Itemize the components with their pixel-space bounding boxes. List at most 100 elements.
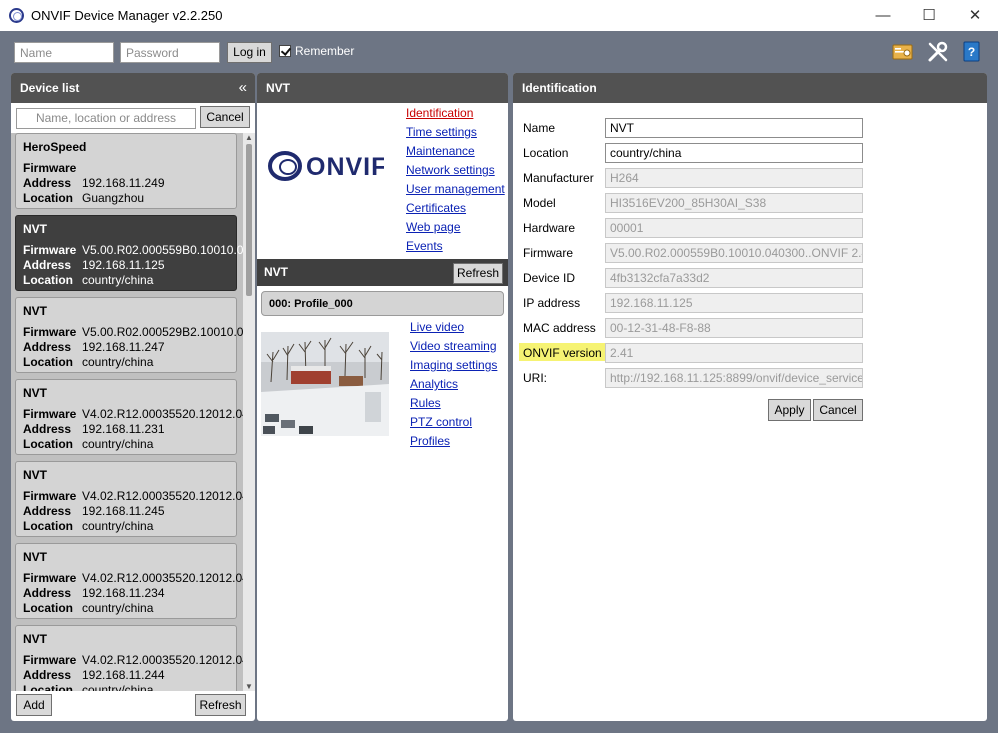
firmware-value: V4.02.R12.00035520.12012.04	[82, 571, 249, 585]
firmware-label: Firmware	[23, 571, 77, 585]
device-card[interactable]: NVT Firmware V4.02.R12.00035520.12012.04 …	[15, 625, 249, 691]
cancel-button[interactable]: Cancel	[813, 399, 863, 421]
device-card[interactable]: NVT Firmware V4.02.R12.00035520.12012.04 …	[15, 543, 249, 619]
scroll-up-arrow-icon[interactable]: ▲	[243, 133, 255, 142]
ip-address-field: 192.168.11.125	[605, 293, 863, 313]
device-id-field: 4fb3132cfa7a33d2	[605, 268, 863, 288]
location-value: Guangzhou	[82, 191, 145, 205]
help-book-icon[interactable]: ?	[960, 40, 984, 64]
device-card[interactable]: NVT Firmware V4.02.R12.00035520.12012.04 …	[15, 379, 249, 455]
menu-rules[interactable]: Rules	[410, 396, 441, 410]
nvt-title: NVT	[266, 81, 290, 95]
menu-time-settings[interactable]: Time settings	[406, 125, 477, 139]
close-button[interactable]: ✕	[952, 0, 998, 31]
scroll-down-arrow-icon[interactable]: ▼	[243, 682, 255, 691]
menu-events[interactable]: Events	[406, 239, 443, 253]
device-list-scrollbar[interactable]: ▲ ▼	[243, 133, 255, 691]
nvt-header: NVT	[257, 73, 508, 103]
name-input[interactable]: Name	[14, 42, 114, 63]
device-list-title: Device list	[20, 81, 80, 95]
identification-header: Identification	[513, 73, 987, 103]
search-cancel-button[interactable]: Cancel	[200, 106, 250, 128]
onvif-version-field: 2.41	[605, 343, 863, 363]
identification-panel: Identification Name NVT Location country…	[513, 73, 987, 721]
device-name: NVT	[23, 468, 47, 482]
apply-button[interactable]: Apply	[768, 399, 811, 421]
address-value: 192.168.11.249	[82, 176, 165, 190]
device-card-selected[interactable]: NVT Firmware V5.00.R02.000559B0.10010.04 …	[15, 215, 250, 291]
location-field[interactable]: country/china	[605, 143, 863, 163]
device-name: NVT	[23, 304, 47, 318]
scroll-thumb[interactable]	[246, 144, 252, 296]
name-field[interactable]: NVT	[605, 118, 863, 138]
menu-video-streaming[interactable]: Video streaming	[410, 339, 497, 353]
device-id-label: Device ID	[523, 271, 576, 285]
refresh-devices-button[interactable]: Refresh	[195, 694, 246, 716]
nvt-sub-title: NVT	[264, 265, 288, 279]
svg-text:?: ?	[968, 45, 975, 59]
uri-field: http://192.168.11.125:8899/onvif/device_…	[605, 368, 863, 388]
add-device-button[interactable]: Add	[16, 694, 52, 716]
location-value: country/china	[82, 683, 154, 691]
firmware-value: V4.02.R12.00035520.12012.04	[82, 407, 249, 421]
menu-profiles[interactable]: Profiles	[410, 434, 450, 448]
device-search-input[interactable]: Name, location or address	[16, 108, 196, 129]
menu-identification[interactable]: Identification	[406, 106, 473, 120]
device-name: NVT	[23, 550, 47, 564]
location-label: Location	[23, 683, 73, 691]
manufacturer-field: H264	[605, 168, 863, 188]
hardware-label: Hardware	[523, 221, 576, 235]
firmware-value: V5.00.R02.000529B2.10010.04	[82, 325, 251, 339]
device-name: NVT	[23, 386, 47, 400]
firmware-field: V5.00.R02.000559B0.10010.040300..ONVIF 2…	[605, 243, 863, 263]
address-value: 192.168.11.125	[82, 258, 165, 272]
profile-selector[interactable]: 000: Profile_000	[261, 291, 504, 316]
location-label: Location	[23, 191, 73, 205]
address-value: 192.168.11.231	[82, 422, 165, 436]
device-card[interactable]: HeroSpeed Firmware Address 192.168.11.249…	[15, 133, 237, 209]
login-button[interactable]: Log in	[227, 42, 272, 63]
firmware-value: V4.02.R12.00035520.12012.04	[82, 489, 249, 503]
menu-network-settings[interactable]: Network settings	[406, 163, 495, 177]
nvt-panel: NVT ONVIF Identification Time settings M…	[257, 73, 508, 721]
address-label: Address	[23, 422, 72, 436]
location-label: Location	[23, 601, 73, 615]
address-label: Address	[23, 586, 72, 600]
remember-checkbox[interactable]: Remember	[279, 44, 354, 58]
device-list[interactable]: HeroSpeed Firmware Address 192.168.11.249…	[11, 133, 255, 691]
device-card[interactable]: NVT Firmware V5.00.R02.000529B2.10010.04 …	[15, 297, 250, 373]
maximize-button[interactable]: ☐	[906, 0, 952, 31]
menu-analytics[interactable]: Analytics	[410, 377, 458, 391]
name-label: Name	[523, 121, 556, 135]
window-title: ONVIF Device Manager v2.2.250	[31, 8, 223, 23]
address-value: 192.168.11.247	[82, 340, 165, 354]
location-label: Location	[23, 355, 73, 369]
minimize-button[interactable]: —	[860, 0, 906, 31]
menu-live-video[interactable]: Live video	[410, 320, 464, 334]
address-label: Address	[23, 258, 72, 272]
menu-imaging-settings[interactable]: Imaging settings	[410, 358, 497, 372]
menu-user-management[interactable]: User management	[406, 182, 505, 196]
refresh-profiles-button[interactable]: Refresh	[453, 263, 503, 284]
model-field: HI3516EV200_85H30AI_S38	[605, 193, 863, 213]
collapse-icon[interactable]: «	[239, 79, 247, 96]
device-card[interactable]: NVT Firmware V4.02.R12.00035520.12012.04 …	[15, 461, 249, 537]
firmware-label: Firmware	[523, 246, 573, 260]
menu-certificates[interactable]: Certificates	[406, 201, 466, 215]
menu-maintenance[interactable]: Maintenance	[406, 144, 475, 158]
onvif-logo-icon: ONVIF	[268, 151, 384, 181]
info-card-icon[interactable]	[891, 40, 915, 64]
address-label: Address	[23, 340, 72, 354]
address-label: Address	[23, 504, 72, 518]
location-value: country/china	[82, 355, 154, 369]
device-list-panel: Device list « Name, location or address …	[11, 73, 255, 721]
location-label: Location	[23, 437, 73, 451]
menu-ptz-control[interactable]: PTZ control	[410, 415, 472, 429]
model-label: Model	[523, 196, 556, 210]
camera-snapshot[interactable]	[261, 332, 389, 436]
menu-web-page[interactable]: Web page	[406, 220, 461, 234]
address-value: 192.168.11.244	[82, 668, 165, 682]
onvif-version-label: ONVIF version	[523, 346, 602, 360]
password-input[interactable]: Password	[120, 42, 220, 63]
settings-tools-icon[interactable]	[926, 40, 950, 64]
